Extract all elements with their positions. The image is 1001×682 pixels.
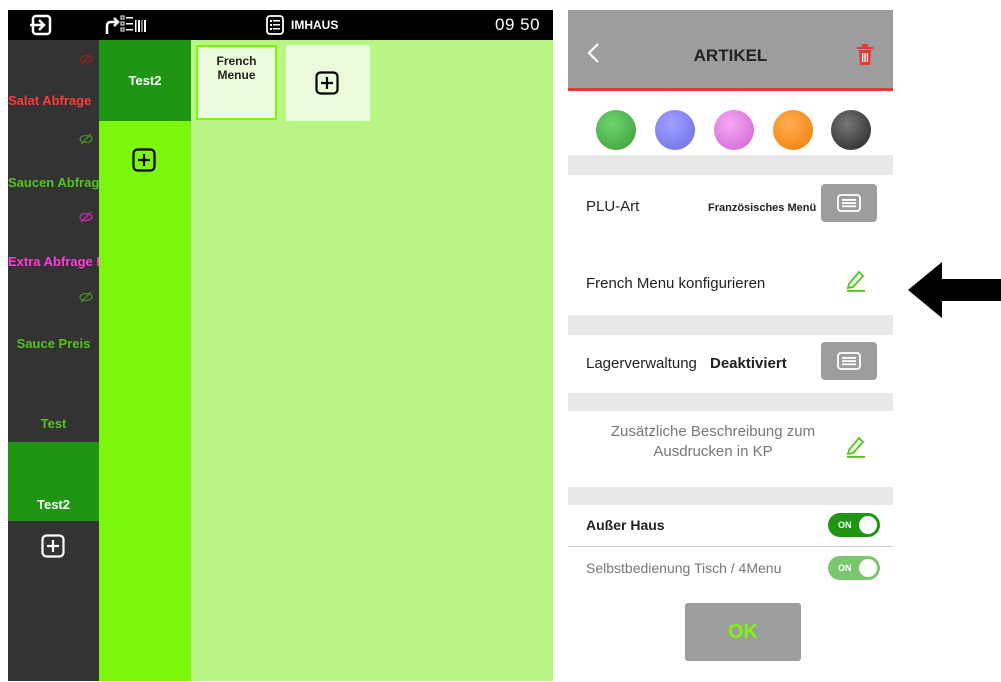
category-label: Test <box>40 416 67 431</box>
category-item-salat[interactable]: Salat Abfrage <box>8 93 99 108</box>
color-swatch-black[interactable] <box>831 110 871 150</box>
category-label: Saucen Abfrage <box>8 175 99 190</box>
edit-pencil-icon[interactable] <box>845 434 867 458</box>
lagerverwaltung-value: Deaktiviert <box>710 355 787 372</box>
panel-title: ARTIKEL <box>693 46 768 65</box>
plu-art-value: Französisches Menü <box>708 202 817 214</box>
lagerverwaltung-label: Lagerverwaltung <box>586 355 697 372</box>
redirect-list-icon[interactable] <box>105 10 147 40</box>
list-icon <box>837 352 861 370</box>
ausser-haus-label: Außer Haus <box>586 517 665 533</box>
add-menu-tile-button[interactable] <box>286 45 370 121</box>
menu-item-area: French Menue <box>191 40 553 681</box>
logout-icon[interactable] <box>30 10 54 40</box>
plu-art-label: PLU-Art <box>586 198 640 215</box>
add-subcategory-icon[interactable] <box>132 148 156 172</box>
category-item-sauce-preis[interactable]: Sauce Preis <box>8 336 99 351</box>
ok-button-label: OK <box>728 621 758 643</box>
section-divider <box>568 393 893 411</box>
menu-tile-french-menue[interactable]: French Menue <box>196 45 277 120</box>
category-label: Test2 <box>37 497 70 512</box>
category-label: Salat Abfrage <box>8 93 92 108</box>
ausser-haus-toggle[interactable]: ON <box>828 513 880 537</box>
panel-header: ARTIKEL <box>568 10 893 91</box>
order-list-icon[interactable] <box>266 10 284 40</box>
mode-title: IMHAUS <box>291 18 339 32</box>
category-sidebar: Salat Abfrage Saucen Abfrage Extra Abfra… <box>8 40 99 681</box>
toggle-on-label: ON <box>838 520 852 530</box>
hidden-eye-icon[interactable] <box>79 52 93 66</box>
add-category-icon[interactable] <box>41 534 65 558</box>
category-item-saucen[interactable]: Saucen Abfrage <box>8 175 99 190</box>
add-icon <box>315 71 339 95</box>
french-menu-configure-label: French Menu konfigurieren <box>586 275 766 292</box>
clock-time: 09 50 <box>495 15 541 34</box>
edit-pencil-icon[interactable] <box>845 268 867 292</box>
toggle-on-label: ON <box>838 563 852 573</box>
color-swatch-orange[interactable] <box>773 110 813 150</box>
menu-tile-label: French Menue <box>216 54 257 82</box>
row-divider <box>568 546 893 547</box>
subcategory-label: Test2 <box>128 73 162 88</box>
selbstbedienung-toggle[interactable]: ON <box>828 556 880 580</box>
color-swatch-blue[interactable] <box>655 110 695 150</box>
plu-art-select-button[interactable] <box>821 184 877 222</box>
section-divider <box>568 315 893 335</box>
hidden-eye-icon[interactable] <box>79 132 93 146</box>
category-label: Sauce Preis <box>16 336 91 351</box>
pointer-arrow-icon <box>908 262 1001 318</box>
hidden-eye-icon[interactable] <box>79 290 93 304</box>
subcategory-column: Test2 <box>99 40 191 681</box>
ok-button[interactable]: OK <box>685 603 801 661</box>
top-bar: IMHAUS 09 50 <box>8 10 553 40</box>
category-label: Extra Abfrage Kl <box>8 254 99 269</box>
color-swatch-pink[interactable] <box>714 110 754 150</box>
section-divider <box>568 487 893 505</box>
category-item-extra[interactable]: Extra Abfrage Kl <box>8 254 99 269</box>
section-divider <box>568 155 893 175</box>
hidden-eye-icon[interactable] <box>79 210 93 224</box>
subcategory-item-test2[interactable]: Test2 <box>99 40 191 121</box>
article-panel: ARTIKEL PLU-Art Französisches Menü Frenc… <box>568 10 893 681</box>
selbstbedienung-label: Selbstbedienung Tisch / 4Menu <box>586 560 782 576</box>
color-swatch-green[interactable] <box>596 110 636 150</box>
category-item-test[interactable]: Test <box>8 416 99 431</box>
lagerverwaltung-select-button[interactable] <box>821 342 877 380</box>
trash-icon[interactable] <box>856 44 874 66</box>
category-item-test2-selected[interactable]: Test2 <box>8 442 99 521</box>
additional-description-label: Zusätzliche Beschreibung zum Ausdrucken … <box>610 423 816 460</box>
list-icon <box>837 194 861 212</box>
